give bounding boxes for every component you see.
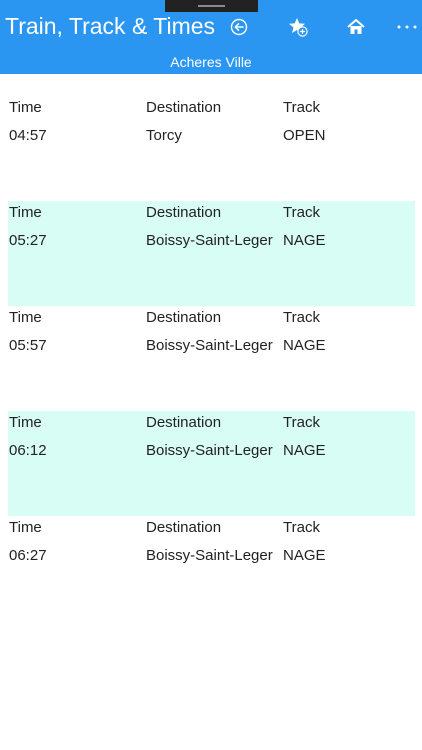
departure-time: 05:57 <box>9 337 47 354</box>
window-drag-handle[interactable] <box>165 0 258 12</box>
departure-destination: Torcy <box>146 127 182 144</box>
home-icon <box>346 17 366 37</box>
time-header: Time <box>9 414 42 431</box>
app-bar: Train, Track & Times Acheres Ville <box>0 0 422 74</box>
back-circle-icon <box>230 18 248 36</box>
departures-list: Time Destination Track 04:57 Torcy OPEN … <box>0 96 422 621</box>
drag-grip-icon <box>198 5 225 7</box>
track-header: Track <box>283 99 320 116</box>
station-name: Acheres Ville <box>170 54 252 70</box>
departure-time: 06:12 <box>9 442 47 459</box>
time-header: Time <box>9 309 42 326</box>
departure-track: NAGE <box>283 337 326 354</box>
destination-header: Destination <box>146 309 222 326</box>
track-header: Track <box>283 204 320 221</box>
time-header: Time <box>9 99 42 116</box>
departure-row[interactable]: Time Destination Track 06:12 Boissy-Sain… <box>8 411 415 516</box>
destination-header: Destination <box>146 204 222 221</box>
app-title: Train, Track & Times <box>5 13 216 39</box>
departure-destination: Boissy-Saint-Leger <box>146 232 273 249</box>
departure-destination: Boissy-Saint-Leger <box>146 442 273 459</box>
departure-track: OPEN <box>283 127 326 144</box>
back-button[interactable] <box>226 14 252 40</box>
track-header: Track <box>283 519 320 536</box>
departure-row[interactable]: Time Destination Track 05:27 Boissy-Sain… <box>8 201 415 306</box>
departure-time: 04:57 <box>9 127 47 144</box>
departure-row[interactable]: Time Destination Track 05:57 Boissy-Sain… <box>8 306 415 411</box>
time-header: Time <box>9 204 42 221</box>
home-button[interactable] <box>343 14 369 40</box>
departure-row[interactable]: Time Destination Track 06:27 Boissy-Sain… <box>8 516 415 621</box>
departure-time: 06:27 <box>9 547 47 564</box>
track-header: Track <box>283 309 320 326</box>
departure-track: NAGE <box>283 442 326 459</box>
departure-track: NAGE <box>283 232 326 249</box>
departure-row[interactable]: Time Destination Track 04:57 Torcy OPEN <box>8 96 415 201</box>
departure-time: 05:27 <box>9 232 47 249</box>
more-icon <box>396 24 418 30</box>
destination-header: Destination <box>146 519 222 536</box>
departure-track: NAGE <box>283 547 326 564</box>
time-header: Time <box>9 519 42 536</box>
departure-destination: Boissy-Saint-Leger <box>146 547 273 564</box>
add-favorite-button[interactable] <box>285 14 311 40</box>
track-header: Track <box>283 414 320 431</box>
destination-header: Destination <box>146 99 222 116</box>
favorite-add-icon <box>287 16 309 38</box>
more-options-button[interactable] <box>394 14 420 40</box>
departure-destination: Boissy-Saint-Leger <box>146 337 273 354</box>
destination-header: Destination <box>146 414 222 431</box>
